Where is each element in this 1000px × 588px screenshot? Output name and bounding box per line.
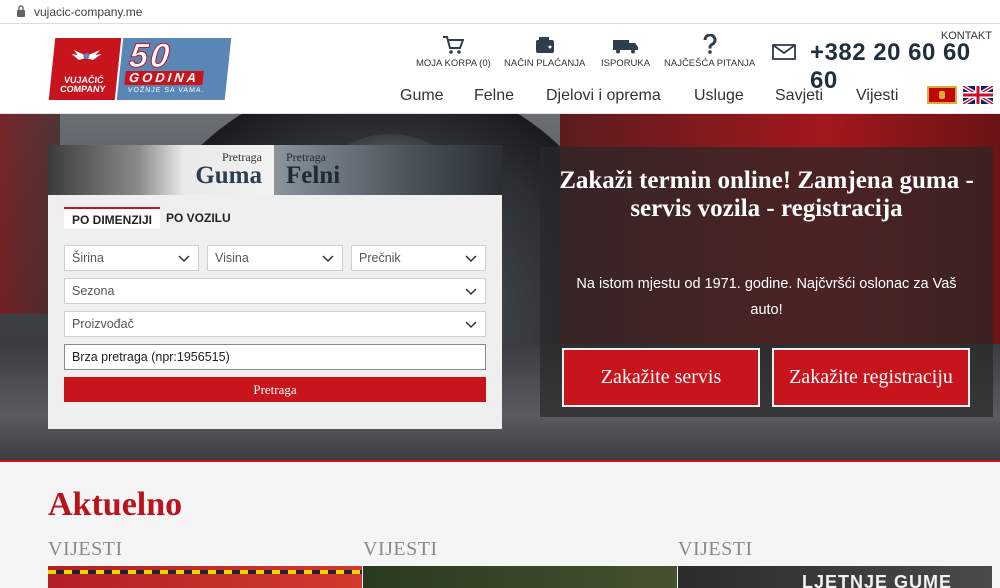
cart-icon xyxy=(443,36,465,54)
diameter-select[interactable]: Prečnik xyxy=(351,245,486,271)
lock-icon xyxy=(17,5,25,17)
news-thumbnail-3[interactable]: LJETNJE GUME xyxy=(678,566,992,588)
site-header: VUJAČIĆ COMPANY 50 GODINA VOŽNJE SA VAMA… xyxy=(0,24,1000,114)
truck-icon xyxy=(612,40,638,54)
logo-slogan: VOŽNJE SA VAMA. xyxy=(127,87,205,94)
nav-item-djelovi[interactable]: Djelovi i oprema xyxy=(546,87,661,105)
news-thumbnail-2[interactable] xyxy=(363,566,677,588)
question-icon xyxy=(703,34,717,54)
delivery-label: ISPORUKA xyxy=(601,58,651,69)
company-logo[interactable]: VUJAČIĆ COMPANY 50 GODINA VOŽNJE SA VAMA… xyxy=(48,37,232,100)
quick-search-value: Brza pretraga (npr:1956515) xyxy=(72,350,230,364)
logo-brand-text: VUJAČIĆ COMPANY xyxy=(59,75,107,94)
news-section: Aktuelno VIJESTI VIJESTI VIJESTI LJETNJE… xyxy=(0,462,1000,588)
logo-blue-block: 50 GODINA VOŽNJE SA VAMA. xyxy=(116,37,232,100)
logo-godina: GODINA xyxy=(124,70,204,85)
season-select[interactable]: Sezona xyxy=(64,278,486,304)
chevron-down-icon xyxy=(322,255,334,263)
search-type-tabs: Pretraga Guma Pretraga Felni xyxy=(48,145,502,195)
season-select-value: Sezona xyxy=(72,284,115,298)
tab-by-vehicle[interactable]: PO VOZILU xyxy=(158,207,239,229)
tab-rim-line2: Felni xyxy=(286,162,341,189)
flag-montenegro-icon[interactable] xyxy=(927,86,957,104)
manufacturer-select[interactable]: Proizvođač xyxy=(64,311,486,337)
height-select-value: Visina xyxy=(215,251,249,265)
promo-subtitle: Na istom mjestu od 1971. godine. Najčvrš… xyxy=(576,276,957,318)
tab-tire-line2: Guma xyxy=(195,162,262,189)
nav-item-usluge[interactable]: Usluge xyxy=(694,87,744,105)
faq-link[interactable]: NAJČEŠĆA PITANJA xyxy=(664,34,755,69)
nav-item-gume[interactable]: Gume xyxy=(400,87,444,105)
browser-url-bar[interactable]: vujacic-company.me xyxy=(0,0,1000,24)
book-service-button[interactable]: Zakažite servis xyxy=(562,348,760,407)
chevron-down-icon xyxy=(465,255,477,263)
quick-search-input[interactable]: Brza pretraga (npr:1956515) xyxy=(64,344,486,370)
promo-title: Zakaži termin online! Zamjena guma - ser… xyxy=(559,167,974,222)
width-select-value: Širina xyxy=(72,251,104,265)
promo-box: Zakaži termin online! Zamjena guma - ser… xyxy=(540,147,993,417)
news-category-1[interactable]: VIJESTI xyxy=(48,538,123,561)
book-registration-button[interactable]: Zakažite registraciju xyxy=(772,348,970,407)
mail-icon[interactable] xyxy=(772,44,796,65)
news-thumbnail-3-text: LJETNJE GUME xyxy=(802,572,953,588)
delivery-link[interactable]: ISPORUKA xyxy=(601,34,650,69)
manufacturer-select-value: Proizvođač xyxy=(72,317,134,331)
tab-rim-search[interactable]: Pretraga Felni xyxy=(274,145,502,195)
url-text[interactable]: vujacic-company.me xyxy=(34,5,142,19)
wings-icon xyxy=(71,50,102,60)
wallet-icon xyxy=(535,37,554,53)
tab-by-dimension[interactable]: PO DIMENZIJI xyxy=(64,207,161,229)
nav-item-felne[interactable]: Felne xyxy=(474,87,514,105)
nav-item-vijesti[interactable]: Vijesti xyxy=(856,87,898,105)
search-button[interactable]: Pretraga xyxy=(64,377,486,402)
tab-tire-search[interactable]: Pretraga Guma xyxy=(48,145,274,195)
chevron-down-icon xyxy=(465,288,477,296)
faq-label: NAJČEŠĆA PITANJA xyxy=(664,58,756,69)
news-thumbnail-1[interactable] xyxy=(48,566,362,588)
news-category-3[interactable]: VIJESTI xyxy=(678,538,753,561)
payment-link[interactable]: NAČIN PLAĆANJA xyxy=(504,34,585,69)
logo-red-block: VUJAČIĆ COMPANY xyxy=(48,38,122,100)
height-select[interactable]: Visina xyxy=(207,245,343,271)
flag-uk-icon[interactable] xyxy=(963,86,993,104)
diameter-select-value: Prečnik xyxy=(359,251,401,265)
news-heading: Aktuelno xyxy=(48,486,183,523)
search-panel: Pretraga Guma Pretraga Felni PO DIMENZIJ… xyxy=(48,145,502,429)
cart-label: MOJA KORPA (0) xyxy=(416,58,491,69)
logo-years: 50 xyxy=(127,37,174,76)
chevron-down-icon xyxy=(178,255,190,263)
cart-link[interactable]: MOJA KORPA (0) xyxy=(416,34,491,69)
hero-banner: Pretraga Guma Pretraga Felni PO DIMENZIJ… xyxy=(0,114,1000,462)
chevron-down-icon xyxy=(465,321,477,329)
payment-label: NAČIN PLAĆANJA xyxy=(504,58,586,69)
nav-item-savjeti[interactable]: Savjeti xyxy=(775,87,823,105)
width-select[interactable]: Širina xyxy=(64,245,199,271)
contact-link[interactable]: KONTAKT xyxy=(941,30,992,42)
news-category-2[interactable]: VIJESTI xyxy=(363,538,438,561)
